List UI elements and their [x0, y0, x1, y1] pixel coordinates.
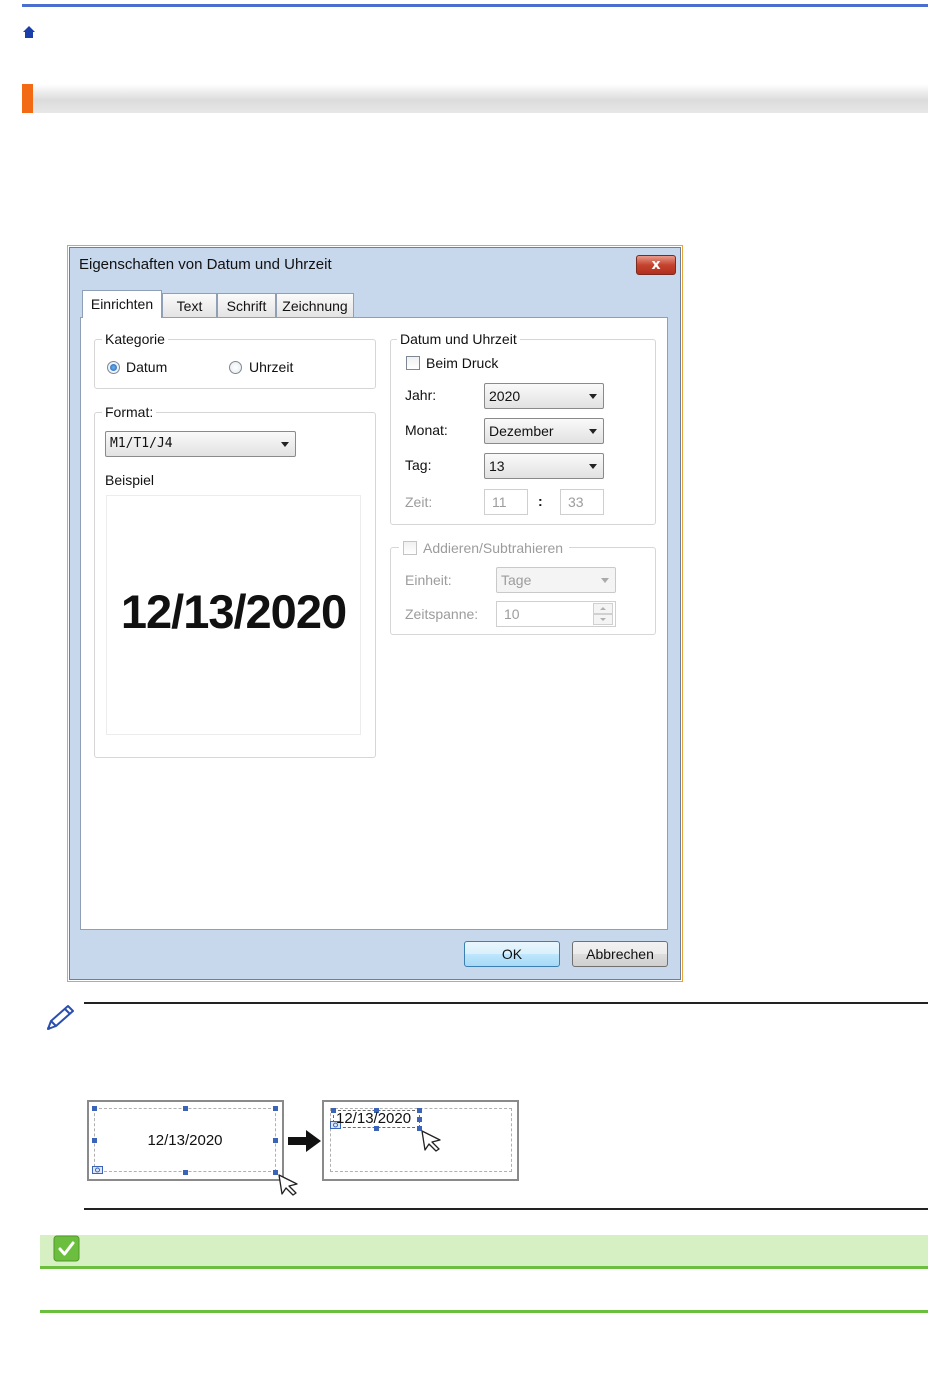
chevron-down-icon — [281, 442, 289, 447]
monat-select-value: Dezember — [489, 423, 554, 439]
radio-uhrzeit-label: Uhrzeit — [249, 359, 294, 375]
section-accent — [22, 84, 33, 113]
selection-handle[interactable] — [183, 1106, 188, 1111]
jahr-select[interactable]: 2020 — [484, 383, 604, 409]
einheit-label: Einheit: — [405, 572, 452, 588]
chevron-down-icon — [601, 578, 609, 583]
dialog-title: Eigenschaften von Datum und Uhrzeit — [79, 256, 332, 273]
zeit-minute-field[interactable]: 33 — [560, 489, 604, 515]
selection-handle[interactable] — [183, 1170, 188, 1175]
format-select-value: M1/T1/J4 — [110, 436, 173, 451]
selection-handle[interactable] — [417, 1117, 422, 1122]
tag-select-value: 13 — [489, 458, 505, 474]
clock-field-icon — [92, 1166, 103, 1174]
selection-handle[interactable] — [92, 1106, 97, 1111]
zeit-separator: : — [538, 493, 543, 509]
tag-label: Tag: — [405, 457, 432, 473]
beim-druck-checkbox[interactable] — [406, 356, 420, 370]
close-button[interactable]: x — [636, 255, 676, 275]
beim-druck-label: Beim Druck — [426, 355, 499, 371]
radio-datum[interactable] — [107, 361, 120, 374]
note-bottom-rule — [84, 1208, 928, 1210]
checkmark-icon — [53, 1235, 80, 1262]
related-info-bar — [40, 1235, 928, 1269]
home-icon[interactable] — [21, 24, 37, 40]
einheit-select-value: Tage — [501, 572, 532, 588]
einheit-select[interactable]: Tage — [496, 567, 616, 593]
tab-zeichnung[interactable]: Zeichnung — [276, 293, 354, 317]
arrow-right-icon — [288, 1130, 321, 1152]
jahr-label: Jahr: — [405, 387, 437, 403]
format-legend: Format: — [102, 404, 157, 420]
preview-label: Beispiel — [105, 472, 155, 488]
cancel-button[interactable]: Abbrechen — [572, 941, 668, 967]
chevron-down-icon — [589, 429, 597, 434]
zeitspanne-value: 10 — [504, 606, 520, 622]
zeit-hour-field[interactable]: 11 — [484, 489, 528, 515]
section-heading-bar — [22, 84, 928, 113]
selection-handle[interactable] — [273, 1106, 278, 1111]
addieren-checkbox[interactable] — [403, 541, 417, 555]
example-after-text: 12/13/2020 — [336, 1110, 412, 1127]
resize-cursor-icon — [421, 1130, 441, 1152]
example-before-text: 12/13/2020 — [147, 1132, 223, 1149]
spinner-icon[interactable] — [593, 603, 613, 625]
datum-uhrzeit-legend: Datum und Uhrzeit — [397, 331, 520, 347]
monat-select[interactable]: Dezember — [484, 418, 604, 444]
addieren-legend: Addieren/Subtrahieren — [423, 540, 564, 556]
tab-text[interactable]: Text — [162, 293, 217, 317]
tab-schrift[interactable]: Schrift — [217, 293, 276, 317]
ok-button[interactable]: OK — [464, 941, 560, 967]
top-rule — [22, 4, 928, 7]
resize-cursor-icon — [278, 1174, 298, 1196]
preview-value: 12/13/2020 — [120, 585, 347, 638]
radio-datum-label: Datum — [126, 359, 168, 375]
chevron-down-icon — [589, 464, 597, 469]
related-bottom-rule — [40, 1310, 928, 1313]
radio-uhrzeit[interactable] — [229, 361, 242, 374]
zeitspanne-label: Zeitspanne: — [405, 606, 479, 622]
selection-handle[interactable] — [417, 1108, 422, 1113]
kategorie-legend: Kategorie — [102, 331, 168, 347]
format-select[interactable]: M1/T1/J4 — [105, 431, 296, 457]
jahr-select-value: 2020 — [489, 388, 521, 404]
tab-einrichten[interactable]: Einrichten — [82, 290, 162, 318]
monat-label: Monat: — [405, 422, 448, 438]
note-top-rule — [84, 1002, 928, 1004]
chevron-down-icon — [589, 394, 597, 399]
tag-select[interactable]: 13 — [484, 453, 604, 479]
zeit-label: Zeit: — [405, 494, 433, 510]
pencil-icon — [46, 1005, 74, 1031]
